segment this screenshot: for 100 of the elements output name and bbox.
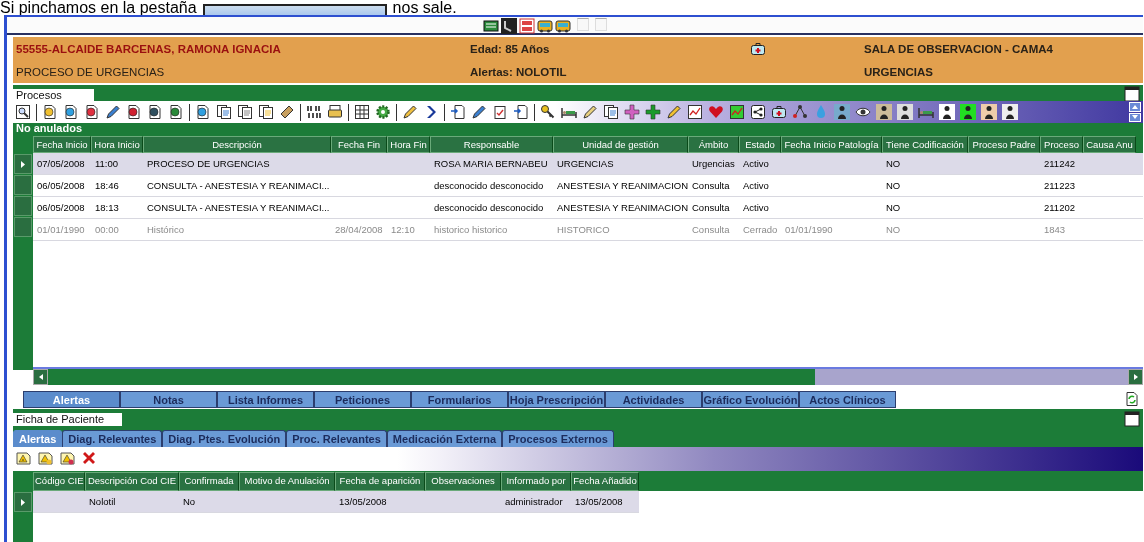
column-header[interactable]: Código CIE (33, 472, 85, 491)
document-icon[interactable] (126, 104, 142, 120)
pencil-icon[interactable] (402, 104, 418, 120)
column-header[interactable]: Causa Anu (1083, 136, 1136, 153)
tab[interactable]: Notas (120, 391, 217, 408)
pencil-icon[interactable] (105, 104, 121, 120)
ruler-icon[interactable] (279, 104, 295, 120)
column-header[interactable]: Fecha Inicio (33, 136, 91, 153)
column-header[interactable]: Descripción Cod CIE (85, 472, 179, 491)
column-header[interactable]: Hora Inicio (91, 136, 143, 153)
warning-icon[interactable] (15, 450, 31, 466)
gear-icon[interactable] (375, 104, 391, 120)
plus-icon[interactable] (645, 104, 661, 120)
tab[interactable]: Alertas (13, 430, 63, 447)
card-icon[interactable] (483, 18, 499, 34)
column-header[interactable]: Fecha de aparición (335, 472, 425, 491)
clipboard-icon[interactable] (492, 104, 508, 120)
delete-icon[interactable] (81, 450, 97, 466)
tab[interactable]: Actividades (605, 391, 702, 408)
column-header[interactable]: Estado (739, 136, 781, 153)
bus-icon[interactable] (555, 18, 571, 34)
arrow-doc-icon[interactable] (513, 104, 529, 120)
maximize-icon[interactable] (1124, 411, 1140, 427)
tab[interactable]: Alertas (23, 391, 120, 408)
column-header[interactable]: Tiene Codificación (882, 136, 968, 153)
bus-icon[interactable] (537, 18, 553, 34)
tab[interactable]: Gráfico Evolución (702, 391, 799, 408)
tab[interactable]: Formularios (411, 391, 508, 408)
table-cell-text: Consulta (691, 223, 731, 237)
pencil-icon[interactable] (471, 104, 487, 120)
tab[interactable]: Peticiones (314, 391, 411, 408)
plus-icon[interactable] (624, 104, 640, 120)
key-icon[interactable] (540, 104, 556, 120)
table-cell-text: 211202 (1043, 201, 1076, 215)
bars-icon[interactable] (306, 104, 322, 120)
document-icon[interactable] (168, 104, 184, 120)
person-icon[interactable] (834, 104, 850, 120)
scrollbar-thumb[interactable] (814, 369, 1128, 385)
tab[interactable]: Medicación Externa (386, 430, 503, 447)
person-icon[interactable] (1002, 104, 1018, 120)
column-header[interactable]: Fecha Inicio Patología (781, 136, 882, 153)
person-icon[interactable] (981, 104, 997, 120)
warning-icon[interactable] (37, 450, 53, 466)
column-header[interactable]: Observaciones (425, 472, 501, 491)
person-icon[interactable] (876, 104, 892, 120)
row-selector[interactable] (14, 492, 32, 512)
tab[interactable]: Actos Clínicos (799, 391, 896, 408)
tab[interactable]: Hoja Prescripción (508, 391, 605, 408)
printer-icon[interactable] (327, 104, 343, 120)
share-icon[interactable] (750, 104, 766, 120)
document-icon[interactable] (63, 104, 79, 120)
scroll-right-button[interactable] (1128, 369, 1143, 385)
person-icon[interactable] (897, 104, 913, 120)
phone-icon[interactable] (501, 18, 517, 34)
column-header[interactable]: Responsable (430, 136, 553, 153)
column-header[interactable]: Fecha Añadido (571, 472, 639, 491)
column-header[interactable]: Ámbito (688, 136, 739, 153)
column-header[interactable]: Hora Fin (387, 136, 430, 153)
warning-icon[interactable] (59, 450, 75, 466)
column-header[interactable]: Motivo de Anulación (239, 472, 335, 491)
pages-icon[interactable] (216, 104, 232, 120)
grid-icon[interactable] (354, 104, 370, 120)
refresh-icon[interactable] (1124, 391, 1140, 407)
small-toggle[interactable] (577, 18, 589, 31)
tab[interactable]: Lista Informes (217, 391, 314, 408)
column-header[interactable]: Confirmada (179, 472, 239, 491)
document-icon[interactable] (42, 104, 58, 120)
chart-icon[interactable] (687, 104, 703, 120)
column-header[interactable]: Informado por (501, 472, 571, 491)
flag-icon[interactable] (519, 18, 535, 34)
tab[interactable]: Proc. Relevantes (286, 430, 387, 447)
medkit-icon[interactable] (771, 104, 787, 120)
document-icon[interactable] (84, 104, 100, 120)
chart-icon[interactable] (729, 104, 745, 120)
arrow-doc-icon[interactable] (450, 104, 466, 120)
person-icon[interactable] (960, 104, 976, 120)
small-toggle[interactable] (595, 18, 607, 31)
pages-icon[interactable] (258, 104, 274, 120)
column-header[interactable]: Descripción (143, 136, 331, 153)
person-icon[interactable] (939, 104, 955, 120)
scroll-left-button[interactable] (33, 369, 48, 385)
column-header[interactable]: Unidad de gestión (553, 136, 688, 153)
pages-icon[interactable] (603, 104, 619, 120)
document-icon[interactable] (147, 104, 163, 120)
row-selector[interactable] (14, 154, 32, 174)
tab[interactable]: Diag. Relevantes (62, 430, 163, 447)
maximize-icon[interactable] (1124, 86, 1140, 102)
tab[interactable]: Procesos Externos (502, 430, 614, 447)
network-icon[interactable] (792, 104, 808, 120)
column-header[interactable]: Proceso Padre (968, 136, 1040, 153)
pages-icon[interactable] (237, 104, 253, 120)
document-icon[interactable] (195, 104, 211, 120)
pencil-icon[interactable] (582, 104, 598, 120)
column-header[interactable]: Proceso (1040, 136, 1083, 153)
search-icon[interactable] (15, 104, 31, 120)
column-header[interactable]: Fecha Fin (331, 136, 387, 153)
pencil-icon[interactable] (666, 104, 682, 120)
scroll-down-button[interactable] (1129, 112, 1141, 122)
tab[interactable]: Diag. Ptes. Evolución (162, 430, 287, 447)
heart-icon[interactable] (708, 104, 724, 120)
